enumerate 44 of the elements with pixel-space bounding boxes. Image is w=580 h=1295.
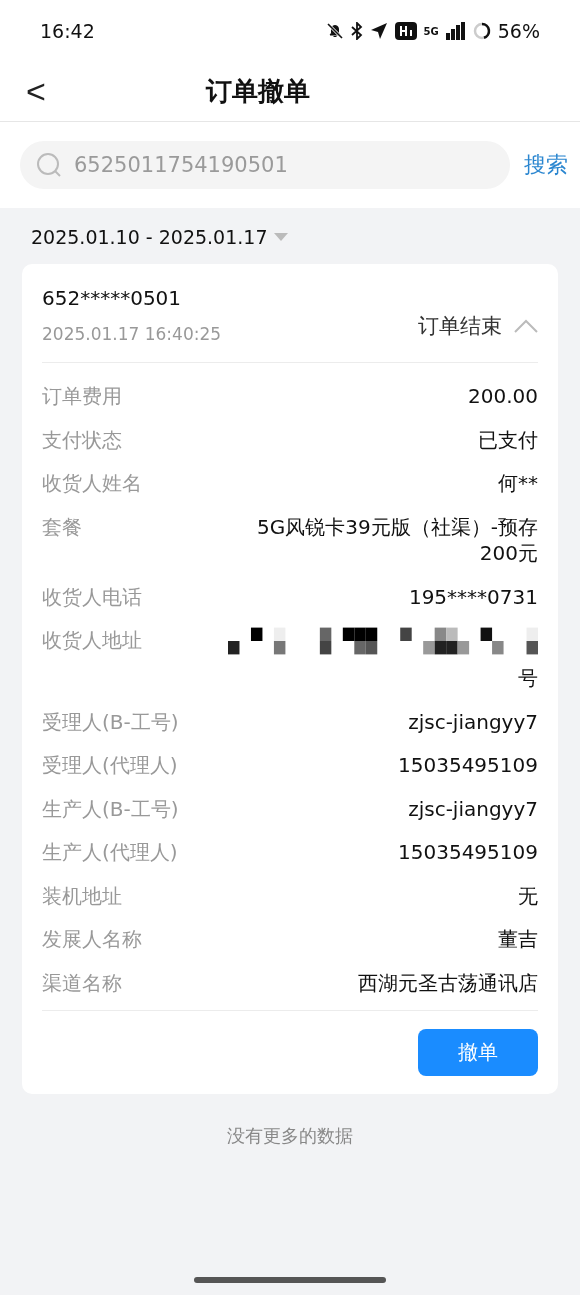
order-number: 652*****0501 — [42, 286, 183, 310]
battery-level: 56% — [497, 20, 540, 42]
field-label: 装机地址 — [42, 882, 122, 909]
no-more-data-text: 没有更多的数据 — [226, 1124, 354, 1148]
field-value: 已支付 — [478, 426, 538, 453]
field-label: 发展人名称 — [42, 926, 142, 953]
field-value: 15035495109 — [398, 752, 538, 779]
field-label: 套餐 — [42, 513, 82, 540]
order-status-toggle[interactable]: 订单结束 — [418, 312, 538, 340]
hd-icon — [394, 22, 417, 40]
field-label: 渠道名称 — [42, 969, 122, 996]
date-range-dropdown[interactable]: 2025.01.10 - 2025.01.17 — [0, 208, 288, 264]
field-value: zjsc-jiangyy7 — [408, 708, 538, 735]
field-label: 生产人(B-工号) — [42, 795, 179, 822]
field-label: 收货人姓名 — [42, 470, 142, 497]
field-value: 195****0731 — [408, 583, 538, 610]
field-value: 无 — [518, 882, 538, 909]
battery-ring-icon — [472, 22, 491, 40]
field-value: 西湖元圣古荡通讯店 — [358, 969, 538, 996]
status-time: 16:42 — [40, 20, 95, 42]
field-label: 订单费用 — [42, 383, 122, 410]
bluetooth-icon — [350, 22, 363, 40]
field-label: 生产人(代理人) — [42, 839, 178, 866]
field-value: 5G风锐卡39元版（社渠）-预存200元 — [256, 513, 538, 567]
location-arrow-icon — [369, 22, 388, 40]
signal-icon — [445, 22, 466, 40]
field-value: 号 — [518, 665, 538, 692]
field-label: 支付状态 — [42, 426, 122, 453]
field-label: 受理人(代理人) — [42, 752, 178, 779]
field-value: 200.00 — [468, 383, 538, 410]
search-icon — [36, 152, 62, 178]
page-title: 订单撤单 — [206, 75, 310, 108]
field-value: zjsc-jiangyy7 — [408, 795, 538, 822]
back-button[interactable]: < — [0, 63, 70, 120]
field-label: 收货人电话 — [42, 583, 142, 610]
field-value: 15035495109 — [398, 839, 538, 866]
bell-muted-icon — [325, 22, 344, 40]
search-button[interactable]: 搜索 — [524, 150, 568, 180]
field-label: 受理人(B-工号) — [42, 708, 179, 735]
order-time: 2025.01.17 16:40:25 — [42, 324, 222, 344]
field-value: 何** — [498, 470, 538, 497]
network-type: 5G — [423, 25, 439, 37]
field-label: 收货人地址 — [42, 627, 142, 654]
field-value: 董吉 — [498, 926, 538, 953]
